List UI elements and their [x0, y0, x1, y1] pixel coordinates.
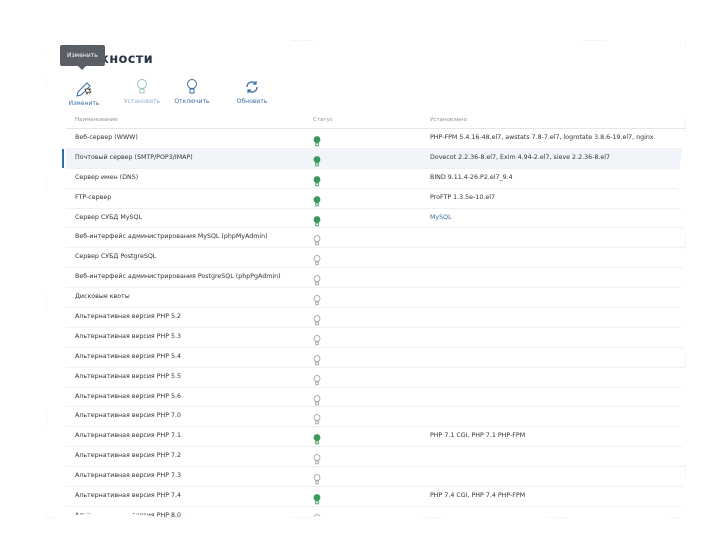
feature-name: Почтовый сервер (SMTP/POP3/IMAP) — [75, 153, 193, 161]
table-row[interactable]: Дисковые квоты — [66, 288, 686, 309]
installed-value: Dovecot 2.2.36-8.el7, Exim 4.94-2.el7, s… — [430, 153, 610, 161]
table-row[interactable]: Альтернативная версия PHP 5.4 — [66, 348, 686, 368]
table-row[interactable]: Альтернативная версия PHP 7.2 — [66, 447, 686, 468]
table-row[interactable]: Сервер СУБД MySQL MySQL — [66, 209, 686, 229]
edit-button[interactable]: Изменить — [54, 78, 114, 107]
tooltip: Изменить — [60, 45, 105, 70]
lightbulb-off-icon — [187, 79, 197, 94]
table-row[interactable]: Альтернативная версия PHP 5.2 — [66, 308, 686, 328]
edit-label: Изменить — [68, 100, 100, 107]
feature-name: Альтернативная версия PHP 5.5 — [75, 372, 182, 380]
lightbulb-icon — [137, 79, 147, 94]
feature-name: Альтернативная версия PHP 5.6 — [75, 392, 182, 400]
feature-name: Альтернативная версия PHP 8.0 — [75, 511, 182, 518]
column-header-status[interactable]: Статус — [313, 117, 333, 123]
feature-name: Альтернативная версия PHP 7.1 — [75, 432, 182, 440]
table-row[interactable]: Альтернативная версия PHP 5.3 — [66, 328, 686, 348]
disable-button[interactable]: Отключить — [162, 78, 222, 105]
column-header-name[interactable]: Наименование — [75, 117, 118, 123]
table-row[interactable]: Веб-интерфейс администрирования MySQL (p… — [66, 228, 686, 249]
feature-name: Альтернативная версия PHP 7.2 — [75, 452, 182, 460]
feature-name: Альтернативная версия PHP 5.4 — [75, 352, 182, 360]
installed-value: ProFTP 1.3.5e-10.el7 — [430, 193, 495, 201]
feature-name: Альтернативная версия PHP 7.4 — [75, 492, 182, 500]
feature-name: Альтернативная версия PHP 7.3 — [75, 472, 182, 480]
table-row[interactable]: FTP-сервер ProFTP 1.3.5e-10.el7 — [66, 189, 686, 209]
table-header: Наименование Статус Установлено — [66, 114, 686, 129]
feature-name: Веб-сервер (WWW) — [75, 134, 138, 141]
feature-name: Альтернативная версия PHP 5.3 — [75, 332, 182, 340]
column-header-installed[interactable]: Установлено — [430, 117, 467, 123]
installed-value: MySQL — [430, 213, 452, 221]
table-row[interactable]: Альтернативная версия PHP 7.3 — [66, 467, 686, 488]
installed-value: BIND 9.11.4-26.P2.el7_9.4 — [430, 173, 513, 181]
table-body: Веб-сервер (WWW) PHP-FPM 5.4.16-48.el7, a… — [62, 129, 686, 518]
screenshot-frame: жности Изменить Установить Отключить Обн… — [46, 40, 686, 518]
feature-name: Альтернативная версия PHP 7.0 — [75, 412, 182, 420]
table-row[interactable]: Альтернативная версия PHP 5.6 — [66, 388, 686, 408]
feature-name: Сервер СУБД MySQL — [75, 213, 142, 221]
table-row[interactable]: Сервер имен (DNS) BIND 9.11.4-26.P2.el7_9… — [66, 169, 686, 189]
edit-icon — [76, 82, 92, 97]
refresh-button[interactable]: Обновить — [222, 78, 282, 105]
table-row[interactable]: Альтернативная версия PHP 7.1 PHP 7.1 CGI… — [66, 427, 686, 448]
table-row[interactable]: Альтернативная версия PHP 7.0 — [66, 407, 686, 428]
features-panel: жности Изменить Установить Отключить Обн… — [46, 40, 686, 518]
features-table: Наименование Статус Установлено Веб-серв… — [62, 114, 686, 518]
refresh-label: Обновить — [236, 98, 268, 105]
installed-value: PHP 7.4 CGI, PHP 7.4 PHP-FPM — [430, 492, 526, 500]
feature-name: Дисковые квоты — [75, 293, 130, 301]
table-row[interactable]: Почтовый сервер (SMTP/POP3/IMAP) Dovecot … — [62, 148, 686, 169]
feature-name: Сервер СУБД PostgreSQL — [75, 253, 157, 261]
table-row[interactable]: Альтернативная версия PHP 7.4 PHP 7.4 CGI… — [66, 487, 686, 507]
feature-name: Альтернативная версия PHP 5.2 — [75, 313, 182, 321]
feature-name: Веб-интерфейс администрирования PostgreS… — [75, 273, 281, 281]
table-row[interactable]: Альтернативная версия PHP 8.0 — [66, 507, 686, 518]
refresh-icon — [246, 81, 258, 93]
table-row[interactable]: Веб-сервер (WWW) PHP-FPM 5.4.16-48.el7, a… — [66, 129, 686, 149]
disable-label: Отключить — [174, 98, 210, 105]
table-row[interactable]: Веб-интерфейс администрирования PostgreS… — [66, 268, 686, 289]
feature-name: Веб-интерфейс администрирования MySQL (p… — [75, 233, 268, 241]
table-row[interactable]: Сервер СУБД PostgreSQL — [66, 248, 686, 269]
installed-value: PHP 7.1 CGI, PHP 7.1 PHP-FPM — [430, 432, 526, 440]
feature-name: FTP-сервер — [75, 193, 112, 201]
installed-value: PHP-FPM 5.4.16-48.el7, awstats 7.8-7.el7… — [430, 134, 654, 141]
table-row[interactable]: Альтернативная версия PHP 5.5 — [66, 368, 686, 388]
feature-name: Сервер имен (DNS) — [75, 173, 139, 181]
lightbulb-off-icon — [313, 510, 321, 518]
